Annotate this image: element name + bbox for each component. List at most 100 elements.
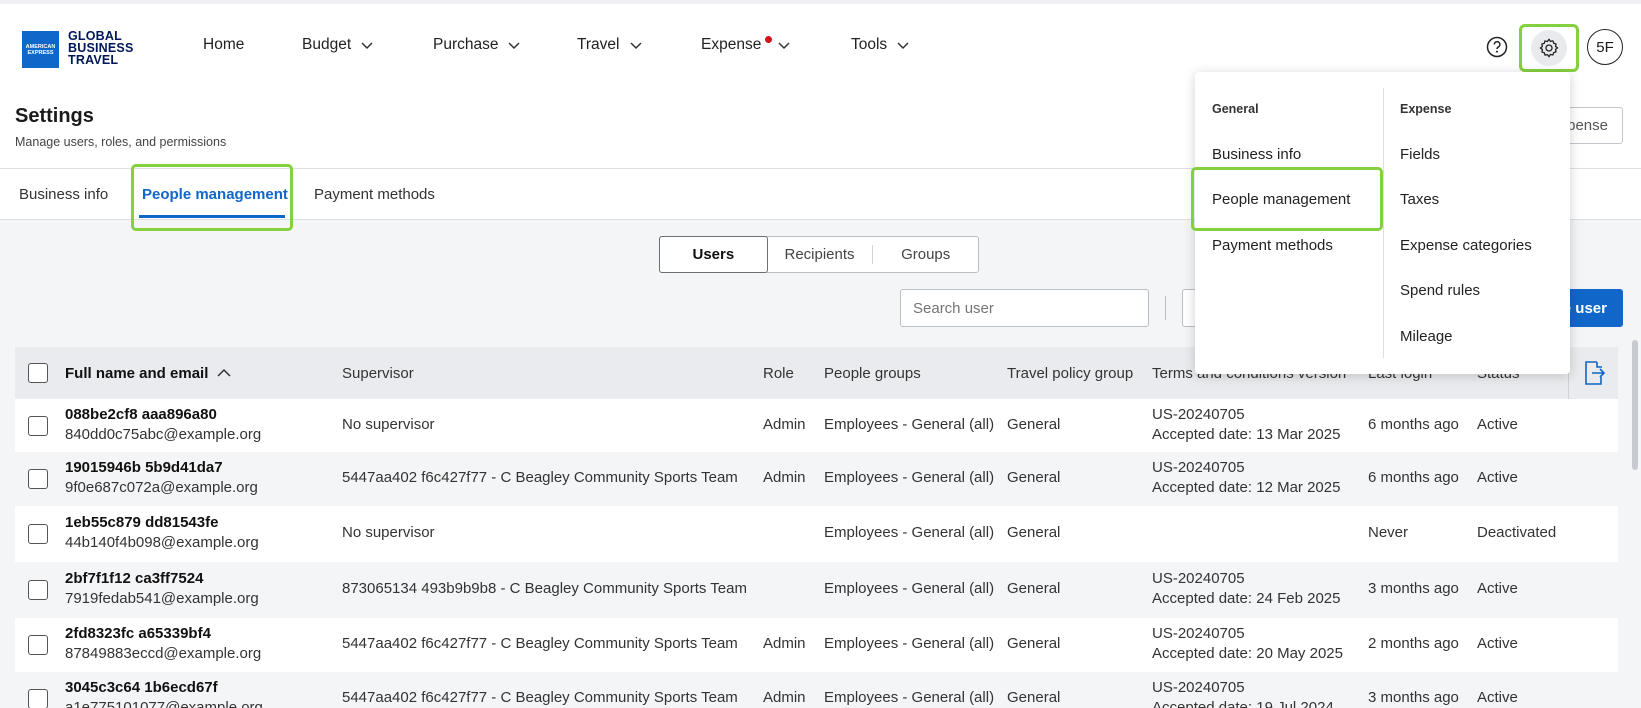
export-button[interactable] bbox=[1568, 347, 1618, 399]
page-scrollbar[interactable] bbox=[1632, 340, 1638, 470]
travel-policy-cell: General bbox=[1007, 524, 1061, 541]
terms-accepted-date: Accepted date: 13 Mar 2025 bbox=[1152, 426, 1341, 443]
help-button[interactable] bbox=[1486, 36, 1508, 58]
tab-business-info[interactable]: Business info bbox=[19, 169, 108, 219]
travel-policy-cell: General bbox=[1007, 469, 1061, 486]
menu-item-people-management[interactable]: People management bbox=[1212, 191, 1350, 208]
row-checkbox[interactable] bbox=[28, 580, 48, 600]
menu-item-mileage[interactable]: Mileage bbox=[1400, 328, 1453, 345]
travel-policy-cell: General bbox=[1007, 689, 1061, 706]
settings-button-bg bbox=[1531, 30, 1567, 66]
row-checkbox[interactable] bbox=[28, 416, 48, 436]
chevron-down-icon bbox=[629, 42, 642, 50]
user-avatar[interactable]: 5F bbox=[1587, 29, 1623, 65]
user-email: 9f0e687c072a@example.org bbox=[65, 479, 258, 496]
nav-expense[interactable]: Expense bbox=[701, 4, 791, 86]
user-name[interactable]: 2fd8323fc a65339bf4 bbox=[65, 624, 211, 644]
menu-heading-general: General bbox=[1212, 102, 1259, 116]
menu-item-business-info[interactable]: Business info bbox=[1212, 146, 1301, 163]
user-email: a1e775101077@example.org bbox=[65, 699, 263, 708]
user-email: 87849883eccd@example.org bbox=[65, 645, 262, 662]
segment-recipients[interactable]: Recipients bbox=[767, 237, 873, 272]
terms-version: US-20240705 bbox=[1152, 679, 1245, 696]
menu-item-taxes[interactable]: Taxes bbox=[1400, 191, 1439, 208]
page-subtitle: Manage users, roles, and permissions bbox=[15, 135, 227, 149]
chevron-down-icon bbox=[897, 42, 909, 50]
row-checkbox[interactable] bbox=[28, 689, 48, 708]
nav-expense-label: Expense bbox=[701, 36, 762, 53]
segment-groups[interactable]: Groups bbox=[873, 237, 978, 272]
last-login-cell: Never bbox=[1368, 524, 1409, 541]
people-groups-cell: Employees - General (all) bbox=[824, 469, 995, 486]
terms-version: US-20240705 bbox=[1152, 406, 1245, 423]
menu-item-spend-rules[interactable]: Spend rules bbox=[1400, 282, 1480, 299]
user-name[interactable]: 1eb55c879 dd81543fe bbox=[65, 513, 218, 533]
nav-budget[interactable]: Budget bbox=[302, 4, 374, 86]
user-email: 44b140f4b098@example.org bbox=[65, 534, 259, 551]
status-cell: Active bbox=[1477, 689, 1518, 706]
nav-travel-label: Travel bbox=[577, 36, 620, 53]
column-people-groups-label: People groups bbox=[824, 364, 921, 382]
table-row[interactable]: 2bf7f1f12 ca3ff7524 7919fedab541@example… bbox=[15, 562, 1618, 618]
segment-users[interactable]: Users bbox=[659, 236, 768, 273]
tab-people-management-label: People management bbox=[142, 185, 288, 203]
table-row[interactable]: 088be2cf8 aaa896a80 840dd0c75abc@example… bbox=[15, 399, 1618, 452]
table-row[interactable]: 2fd8323fc a65339bf4 87849883eccd@example… bbox=[15, 618, 1618, 672]
users-table: Full name and email Supervisor Role Peop… bbox=[15, 347, 1618, 708]
chevron-down-icon bbox=[778, 42, 790, 50]
logo-mark-text: AMERICAN EXPRESS bbox=[25, 43, 56, 56]
column-travel-policy-label: Travel policy group bbox=[1007, 364, 1134, 382]
sort-ascending-icon bbox=[217, 368, 231, 377]
people-groups-cell: Employees - General (all) bbox=[824, 689, 995, 706]
role-cell: Admin bbox=[763, 416, 806, 433]
status-cell: Deactivated bbox=[1477, 524, 1557, 541]
supervisor-cell: 5447aa402 f6c427f77 - C Beagley Communit… bbox=[342, 469, 738, 486]
user-name[interactable]: 088be2cf8 aaa896a80 bbox=[65, 405, 217, 425]
row-checkbox[interactable] bbox=[28, 469, 48, 489]
menu-item-expense-categories[interactable]: Expense categories bbox=[1400, 237, 1532, 254]
table-row[interactable]: 3045c3c64 1b6ecd67f a1e775101077@example… bbox=[15, 672, 1618, 708]
row-checkbox[interactable] bbox=[28, 524, 48, 544]
tab-people-management[interactable]: People management bbox=[142, 169, 288, 219]
user-name[interactable]: 19015946b 5b9d41da7 bbox=[65, 458, 223, 478]
nav-home[interactable]: Home bbox=[203, 4, 244, 86]
table-row[interactable]: 19015946b 5b9d41da7 9f0e687c072a@example… bbox=[15, 452, 1618, 506]
nav-purchase-label: Purchase bbox=[433, 36, 499, 53]
last-login-cell: 3 months ago bbox=[1368, 580, 1459, 597]
terms-accepted-date: Accepted date: 19 Jul 2024 bbox=[1152, 699, 1334, 708]
chevron-down-icon bbox=[508, 42, 521, 50]
segment-users-label: Users bbox=[692, 246, 735, 263]
column-people-groups: People groups bbox=[824, 347, 921, 399]
row-checkbox[interactable] bbox=[28, 635, 48, 655]
active-tab-indicator bbox=[139, 215, 285, 218]
menu-item-payment-methods[interactable]: Payment methods bbox=[1212, 237, 1333, 254]
people-groups-cell: Employees - General (all) bbox=[824, 416, 995, 433]
status-cell: Active bbox=[1477, 469, 1518, 486]
table-row[interactable]: 1eb55c879 dd81543fe 44b140f4b098@example… bbox=[15, 506, 1618, 562]
nav-travel[interactable]: Travel bbox=[577, 4, 643, 86]
status-cell: Active bbox=[1477, 580, 1518, 597]
user-email: 840dd0c75abc@example.org bbox=[65, 426, 262, 443]
nav-purchase[interactable]: Purchase bbox=[433, 4, 521, 86]
column-name[interactable]: Full name and email bbox=[65, 347, 232, 399]
expense-settings-label: pense bbox=[1567, 117, 1608, 134]
nav-tools[interactable]: Tools bbox=[851, 4, 910, 86]
people-groups-cell: Employees - General (all) bbox=[824, 635, 995, 652]
select-all-checkbox[interactable] bbox=[28, 363, 48, 383]
user-name[interactable]: 3045c3c64 1b6ecd67f bbox=[65, 678, 218, 698]
terms-accepted-date: Accepted date: 12 Mar 2025 bbox=[1152, 479, 1341, 496]
settings-button[interactable] bbox=[1519, 24, 1579, 72]
column-role: Role bbox=[763, 347, 794, 399]
terms-version: US-20240705 bbox=[1152, 625, 1245, 642]
menu-item-fields[interactable]: Fields bbox=[1400, 146, 1440, 163]
nav-tools-label: Tools bbox=[851, 36, 888, 53]
search-input[interactable] bbox=[900, 289, 1149, 327]
travel-policy-cell: General bbox=[1007, 580, 1061, 597]
nav-home-label: Home bbox=[203, 36, 245, 53]
segment-groups-label: Groups bbox=[901, 246, 951, 263]
user-name[interactable]: 2bf7f1f12 ca3ff7524 bbox=[65, 569, 203, 589]
tab-payment-methods[interactable]: Payment methods bbox=[314, 169, 435, 219]
settings-menu: General Business info People management … bbox=[1195, 72, 1570, 374]
amex-logo[interactable]: AMERICAN EXPRESS bbox=[22, 31, 59, 68]
export-file-icon bbox=[1585, 361, 1606, 385]
